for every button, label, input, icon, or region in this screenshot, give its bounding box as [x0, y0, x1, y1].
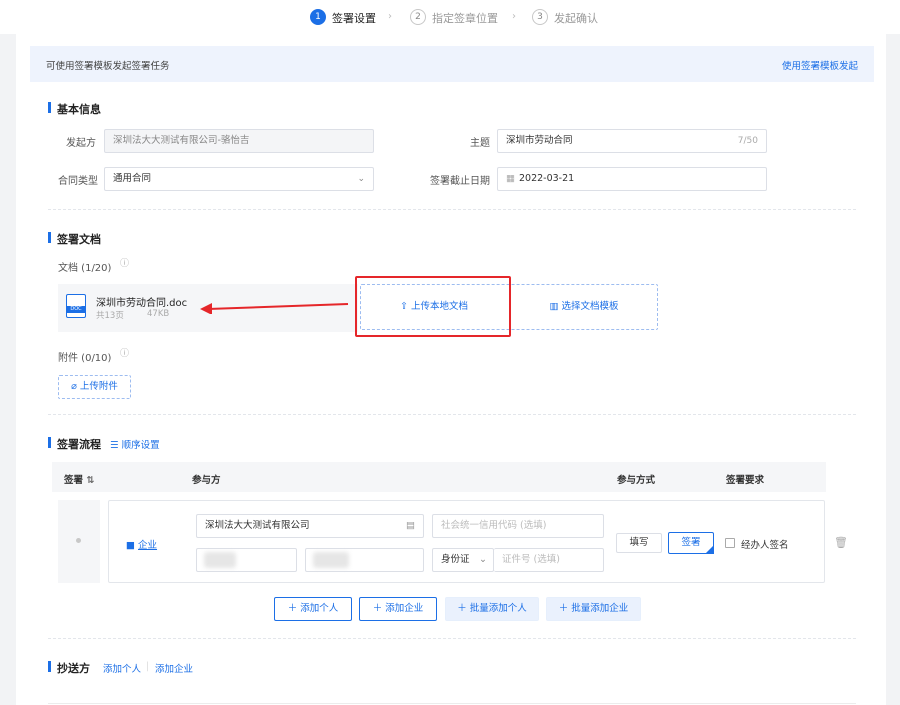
- mode-fill-toggle[interactable]: 填写: [616, 533, 662, 553]
- redacted-phone: [313, 552, 349, 568]
- cc-add-person-link[interactable]: 添加个人: [103, 661, 141, 675]
- divider: [48, 209, 856, 210]
- subject-input[interactable]: 深圳市劳动合同 7/50: [497, 129, 767, 153]
- list-icon: ☰: [110, 440, 119, 451]
- subject-char-count: 7/50: [737, 136, 758, 146]
- step-3-number: 3: [532, 9, 548, 25]
- agent-sign-checkbox[interactable]: [725, 538, 735, 548]
- step-2-number: 2: [410, 9, 426, 25]
- id-number-input[interactable]: 证件号 (选填): [494, 548, 604, 572]
- add-company-button[interactable]: ＋ 添加企业: [359, 597, 437, 621]
- highlight-box: [355, 276, 511, 337]
- info-icon: ⓘ: [120, 349, 130, 359]
- order-handle[interactable]: [58, 500, 100, 583]
- step-bar: 1 签署设置 › 2 指定签章位置 › 3 发起确认: [0, 0, 900, 34]
- id-type-select[interactable]: 身份证 ⌄: [432, 548, 494, 572]
- flow-table-header: 签署 ⇅ 参与方 参与方式 签署要求: [52, 462, 826, 492]
- deadline-picker[interactable]: ▦ 2022-03-21: [497, 167, 767, 191]
- col-requirement: 签署要求: [726, 475, 765, 486]
- step-1-label[interactable]: 签署设置: [332, 10, 376, 26]
- doc-file-name: 深圳市劳动合同.doc: [96, 298, 188, 309]
- signing-flow-title: 签署流程: [48, 436, 101, 452]
- col-order: 签署 ⇅: [64, 475, 95, 486]
- step-3-label[interactable]: 发起确认: [554, 10, 598, 26]
- step-2-label[interactable]: 指定签章位置: [432, 10, 498, 26]
- banner-text: 可使用签署模板发起签署任务: [46, 61, 170, 72]
- link-separator: |: [146, 661, 150, 672]
- calendar-icon: ▦: [506, 173, 515, 184]
- doc-page-count: 共13页: [96, 311, 124, 321]
- paperclip-icon: ⌀: [71, 381, 77, 392]
- selected-corner-icon: [705, 545, 714, 554]
- order-settings-link[interactable]: ☰ 顺序设置: [110, 437, 160, 451]
- doc-file-size: 47KB: [147, 309, 170, 319]
- contract-type-select[interactable]: 通用合同 ⌄: [104, 167, 374, 191]
- participant-type[interactable]: ■ 企业: [126, 537, 157, 551]
- col-party: 参与方: [192, 475, 221, 486]
- subject-value: 深圳市劳动合同: [506, 135, 573, 146]
- cc-title: 抄送方: [48, 660, 90, 676]
- building-icon: ■: [126, 540, 135, 551]
- mode-sign-toggle[interactable]: 签署: [668, 532, 714, 554]
- deadline-label: 签署截止日期: [430, 176, 490, 187]
- add-person-button[interactable]: ＋ 添加个人: [274, 597, 352, 621]
- documents-title: 签署文档: [48, 231, 101, 247]
- initiator-field: 深圳法大大测试有限公司-骆怡吉: [104, 129, 374, 153]
- deadline-value: 2022-03-21: [518, 173, 575, 184]
- address-book-icon: ▤: [406, 520, 415, 531]
- contract-type-value: 通用合同: [113, 173, 152, 184]
- batch-add-person-button[interactable]: ＋ 批量添加个人: [445, 597, 539, 621]
- use-template-link[interactable]: 使用签署模板发起: [782, 58, 858, 72]
- credit-code-input[interactable]: 社会统一信用代码 (选填): [432, 514, 604, 538]
- template-banner: 可使用签署模板发起签署任务 使用签署模板发起: [30, 46, 874, 82]
- redacted-name: [204, 552, 236, 568]
- annotation-arrow: [200, 303, 349, 314]
- attachments-count-label: 附件 (0/10): [58, 353, 112, 364]
- chevron-down-icon: ⌄: [479, 554, 487, 565]
- cc-add-company-link[interactable]: 添加企业: [155, 661, 193, 675]
- upload-attachment-button[interactable]: ⌀ 上传附件: [58, 375, 131, 399]
- drag-dot-icon: [76, 538, 81, 543]
- chevron-right-icon: ›: [388, 11, 392, 22]
- doc-file-icon: DOC: [66, 294, 86, 318]
- template-icon: ▥: [549, 301, 559, 312]
- batch-add-company-button[interactable]: ＋ 批量添加企业: [546, 597, 641, 621]
- col-mode: 参与方式: [617, 475, 656, 486]
- company-name-input[interactable]: 深圳法大大测试有限公司 ▤: [196, 514, 424, 538]
- agent-sign-label: 经办人签名: [741, 540, 789, 551]
- divider: [48, 638, 856, 639]
- delete-icon[interactable]: 🗑: [834, 536, 848, 549]
- chevron-down-icon: ⌄: [357, 174, 365, 184]
- chevron-right-icon: ›: [512, 11, 516, 22]
- docs-count-label: 文档 (1/20): [58, 263, 112, 274]
- info-icon: ⓘ: [120, 259, 130, 269]
- subject-label: 主题: [470, 138, 490, 149]
- basic-info-title: 基本信息: [48, 101, 101, 117]
- divider: [48, 703, 856, 704]
- divider: [48, 414, 856, 415]
- step-1-number: 1: [310, 9, 326, 25]
- contract-type-label: 合同类型: [58, 176, 98, 187]
- choose-doc-template-button[interactable]: ▥ 选择文档模板: [510, 284, 658, 330]
- initiator-label: 发起方: [66, 138, 96, 149]
